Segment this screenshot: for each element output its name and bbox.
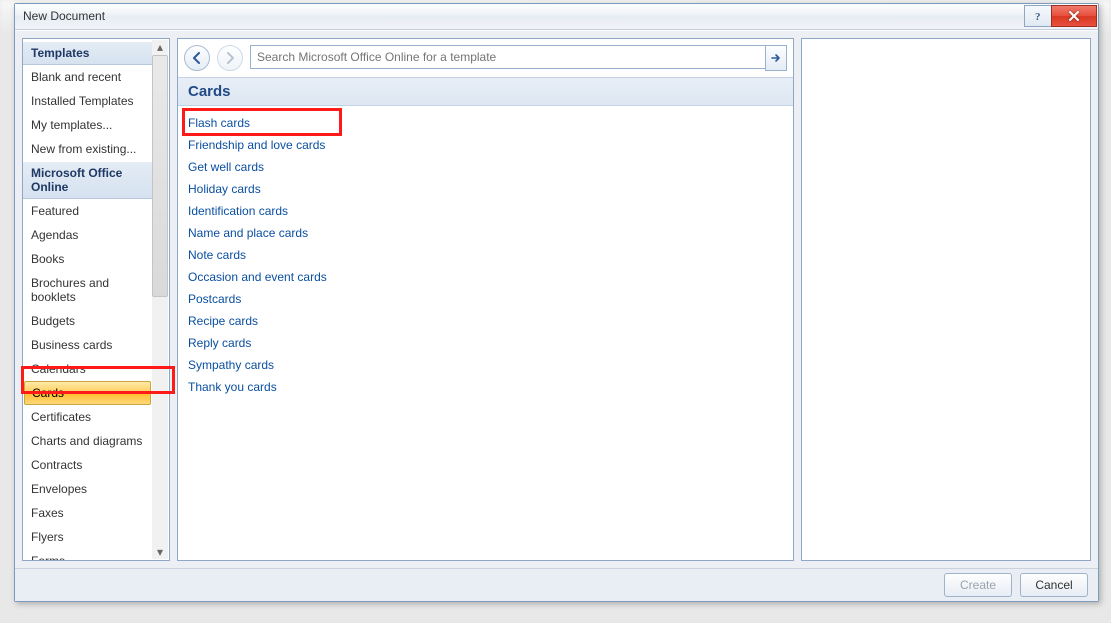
sidebar-item-flyers[interactable]: Flyers [23,525,152,549]
sidebar-item-envelopes[interactable]: Envelopes [23,477,152,501]
titlebar: New Document ? [15,4,1098,30]
subcat-sympathy[interactable]: Sympathy cards [178,354,793,376]
sidebar-item-existing[interactable]: New from existing... [23,137,152,161]
sidebar-item-contracts[interactable]: Contracts [23,453,152,477]
sidebar-item-faxes[interactable]: Faxes [23,501,152,525]
sidebar-item-books[interactable]: Books [23,247,152,271]
cancel-button[interactable]: Cancel [1020,573,1088,597]
preview-panel [801,38,1091,561]
subcat-note[interactable]: Note cards [178,244,793,266]
search-input[interactable] [250,45,765,69]
sidebar-item-budgets[interactable]: Budgets [23,309,152,333]
sidebar-item-installed[interactable]: Installed Templates [23,89,152,113]
sidebar-scrollbar[interactable]: ▴ ▾ [152,40,168,559]
search-go-button[interactable] [765,45,787,71]
scroll-thumb[interactable] [152,55,168,297]
subcat-recipe[interactable]: Recipe cards [178,310,793,332]
subcat-id[interactable]: Identification cards [178,200,793,222]
create-button[interactable]: Create [944,573,1012,597]
sidebar-item-calendars[interactable]: Calendars [23,357,152,381]
sidebar-item-my[interactable]: My templates... [23,113,152,137]
subcat-thankyou[interactable]: Thank you cards [178,376,793,398]
sidebar-item-forms[interactable]: Forms [23,549,152,560]
scroll-down-icon[interactable]: ▾ [153,545,167,559]
nav-back-button[interactable] [184,45,210,71]
sidebar-item-certificates[interactable]: Certificates [23,405,152,429]
subcat-holiday[interactable]: Holiday cards [178,178,793,200]
subcat-postcards[interactable]: Postcards [178,288,793,310]
help-button[interactable]: ? [1024,5,1052,27]
sidebar-item-blank[interactable]: Blank and recent [23,65,152,89]
subcat-reply[interactable]: Reply cards [178,332,793,354]
subcat-occasion[interactable]: Occasion and event cards [178,266,793,288]
window-title: New Document [23,4,105,29]
subcat-name[interactable]: Name and place cards [178,222,793,244]
sidebar-header-online: Microsoft Office Online [23,161,152,199]
subcat-friendship[interactable]: Friendship and love cards [178,134,793,156]
svg-text:?: ? [1035,11,1041,22]
scroll-up-icon[interactable]: ▴ [153,40,167,54]
subcat-getwell[interactable]: Get well cards [178,156,793,178]
nav-forward-button[interactable] [217,45,243,71]
content-panel: Cards Flash cards Friendship and love ca… [177,38,794,561]
sidebar-item-bizcards[interactable]: Business cards [23,333,152,357]
sidebar-item-cards[interactable]: Cards [24,381,151,405]
category-title: Cards [178,77,793,106]
sidebar-header-templates: Templates [23,41,152,65]
close-button[interactable] [1051,5,1097,27]
sidebar-item-featured[interactable]: Featured [23,199,152,223]
templates-sidebar: Templates Blank and recent Installed Tem… [22,38,170,561]
new-document-dialog: New Document ? Templates Blank and recen… [14,3,1099,602]
sidebar-item-charts[interactable]: Charts and diagrams [23,429,152,453]
sidebar-item-brochures[interactable]: Brochures and booklets [23,271,152,309]
subcat-flash[interactable]: Flash cards [178,112,793,134]
sidebar-item-agendas[interactable]: Agendas [23,223,152,247]
